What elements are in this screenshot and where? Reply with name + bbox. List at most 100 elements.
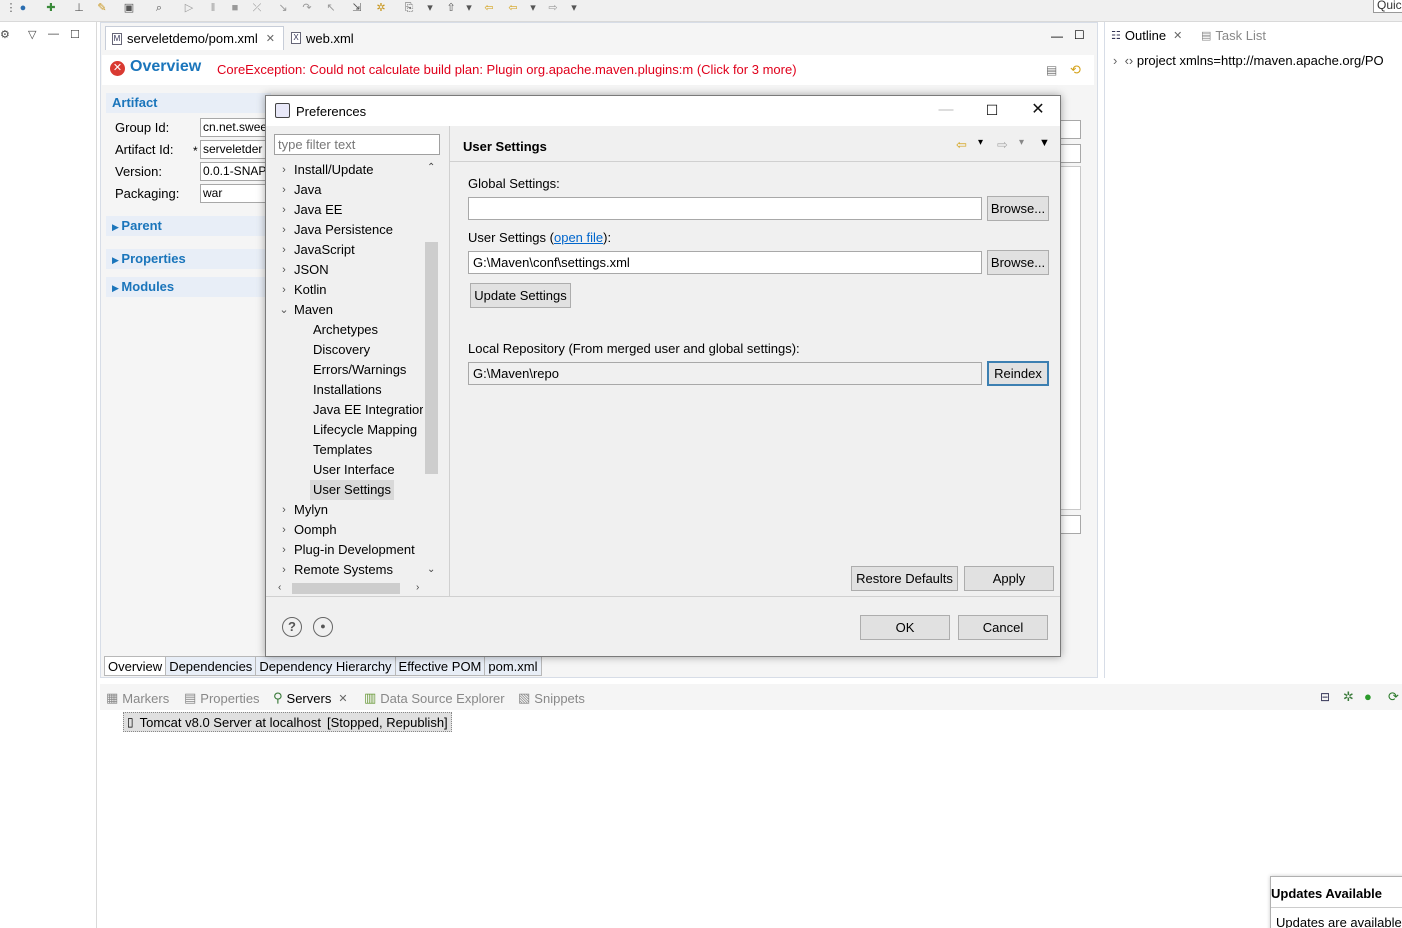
open-task-icon[interactable]: ✎ (95, 1, 109, 15)
back-history-icon[interactable]: ⇦ (506, 1, 520, 15)
browse-global-button[interactable]: Browse... (987, 196, 1049, 221)
help-icon[interactable]: ? (282, 617, 302, 637)
package-explorer-icon[interactable]: ⚙ (0, 28, 10, 41)
debug-settings-icon[interactable]: ✲ (374, 1, 388, 15)
tree-item[interactable]: › Java (274, 180, 432, 200)
quick-access-field[interactable]: Quic (1373, 0, 1402, 13)
packaging-select[interactable]: war (200, 184, 270, 203)
group-id-input[interactable]: cn.net.swee (200, 118, 270, 137)
back-arrow-icon[interactable]: ⇦ (482, 1, 496, 15)
tab-markers[interactable]: ▦ Markers (106, 690, 169, 706)
refresh-icon[interactable]: ⟲ (1070, 62, 1081, 78)
reindex-button[interactable]: Reindex (987, 361, 1049, 386)
tree-horizontal-scrollbar[interactable]: ‹ › (274, 580, 424, 597)
step-into-icon[interactable]: ↘ (276, 1, 290, 15)
console-icon[interactable]: ▣ (122, 1, 136, 15)
search-icon[interactable]: ⌕ (152, 1, 166, 15)
artifact-section-header[interactable]: Artifact (106, 93, 271, 113)
next-annotation-icon[interactable]: ⇧ (444, 1, 458, 15)
tree-item[interactable]: › Java Persistence (274, 220, 432, 240)
chevron-right-icon[interactable]: › (278, 520, 290, 540)
chevron-right-icon[interactable]: › (278, 500, 290, 520)
chevron-down-icon[interactable]: ▾ (526, 1, 540, 15)
minimize-icon[interactable]: — (48, 28, 59, 40)
tree-item[interactable]: › Oomph (274, 520, 432, 540)
resume-icon[interactable]: ▷ (182, 1, 196, 15)
tab-effective-pom[interactable]: Effective POM (394, 656, 486, 676)
cancel-button[interactable]: Cancel (958, 615, 1048, 640)
tree-item[interactable]: › JSON (274, 260, 432, 280)
artifact-id-input[interactable]: serveletder (200, 140, 270, 159)
chevron-right-icon[interactable]: › (278, 200, 290, 220)
new-wizard-icon[interactable]: ✚ (44, 1, 58, 15)
collapse-icon[interactable]: ⊟ (1320, 690, 1330, 704)
tree-item[interactable]: › Mylyn (274, 500, 432, 520)
tree-item[interactable]: ⌄ Maven (274, 300, 432, 320)
chevron-down-icon[interactable]: ▾ (423, 1, 437, 15)
user-settings-input[interactable]: G:\Maven\conf\settings.xml (468, 251, 982, 274)
outline-tree-item[interactable]: › ‹› project xmlns=http://maven.apache.o… (1113, 53, 1384, 68)
step-over-icon[interactable]: ↷ (300, 1, 314, 15)
open-type-icon[interactable]: ⊥ (72, 1, 86, 15)
scrollbar-thumb[interactable] (292, 583, 400, 594)
minimize-icon[interactable]: — (1051, 29, 1063, 43)
chevron-right-icon[interactable]: › (278, 180, 290, 200)
chevron-down-icon[interactable]: ▾ (1019, 137, 1024, 148)
modules-section-header[interactable]: ▶ Modules (106, 277, 271, 297)
dialog-title-bar[interactable]: Preferences — ☐ ✕ (266, 96, 1060, 126)
update-settings-button[interactable]: Update Settings (470, 283, 571, 308)
tab-task-list[interactable]: ▤ Task List (1201, 28, 1266, 43)
ok-button[interactable]: OK (860, 615, 950, 640)
chevron-right-icon[interactable]: › (278, 560, 290, 580)
chevron-right-icon[interactable]: › (278, 160, 290, 180)
import-export-icon[interactable]: ● (313, 617, 333, 637)
chevron-down-icon[interactable]: ▾ (567, 1, 581, 15)
tree-item[interactable]: Templates (274, 440, 432, 460)
chevron-right-icon[interactable]: › (278, 260, 290, 280)
tree-item[interactable]: › Remote Systems (274, 560, 432, 580)
tree-item[interactable]: Errors/Warnings (274, 360, 432, 380)
apply-button[interactable]: Apply (964, 566, 1054, 591)
open-file-link[interactable]: open file (554, 230, 603, 245)
tab-pom-xml[interactable]: M serveletdemo/pom.xml ✕ (105, 26, 284, 50)
chevron-left-icon[interactable]: ‹ (278, 582, 281, 593)
minimize-icon[interactable]: — (936, 100, 956, 120)
view-menu-icon[interactable]: ▽ (28, 28, 36, 41)
tab-overview[interactable]: Overview (104, 656, 167, 676)
tree-item[interactable]: Lifecycle Mapping (274, 420, 432, 440)
properties-section-header[interactable]: ▶ Properties (106, 249, 271, 269)
chevron-down-icon[interactable]: ⌄ (427, 564, 435, 575)
profile-server-icon[interactable]: ⟳ (1388, 689, 1399, 705)
tree-vertical-scrollbar[interactable]: ⌃ ⌄ (423, 160, 440, 578)
chevron-right-icon[interactable]: › (278, 220, 290, 240)
close-icon[interactable]: ✕ (1173, 29, 1182, 42)
debug-server-icon[interactable]: ✲ (1343, 689, 1354, 705)
browse-user-button[interactable]: Browse... (987, 250, 1049, 275)
annotation-icon[interactable]: ⎘ (402, 1, 416, 15)
start-server-icon[interactable]: ● (1364, 689, 1372, 704)
global-settings-input[interactable] (468, 197, 982, 220)
maximize-icon[interactable]: ☐ (982, 100, 1002, 120)
suspend-icon[interactable]: ‖ (206, 1, 220, 15)
chevron-right-icon[interactable]: › (416, 582, 419, 593)
tab-web-xml[interactable]: X web.xml (285, 26, 362, 50)
chevron-right-icon[interactable]: › (278, 240, 290, 260)
updates-notification[interactable]: Updates Available Updates are available (1270, 876, 1402, 928)
tree-item[interactable]: › JavaScript (274, 240, 432, 260)
chevron-up-icon[interactable]: ⌃ (427, 162, 435, 173)
tree-item[interactable]: Discovery (274, 340, 432, 360)
restore-defaults-button[interactable]: Restore Defaults (851, 566, 958, 591)
chevron-right-icon[interactable]: › (278, 540, 290, 560)
parent-section-header[interactable]: ▶ Parent (106, 216, 271, 236)
disconnect-icon[interactable]: ⤫ (250, 1, 264, 15)
close-icon[interactable]: ✕ (338, 692, 347, 705)
chevron-down-icon[interactable]: ⌄ (278, 300, 290, 320)
maximize-icon[interactable]: ☐ (1074, 28, 1085, 42)
tree-item[interactable]: › Install/Update (274, 160, 432, 180)
tree-item[interactable]: User Settings (274, 480, 432, 500)
chevron-down-icon[interactable]: ▾ (978, 137, 983, 148)
close-icon[interactable]: ✕ (1028, 100, 1048, 120)
tab-dependency-hierarchy[interactable]: Dependency Hierarchy (255, 656, 396, 676)
terminate-icon[interactable]: ■ (228, 1, 242, 15)
maximize-icon[interactable]: ☐ (70, 28, 80, 41)
